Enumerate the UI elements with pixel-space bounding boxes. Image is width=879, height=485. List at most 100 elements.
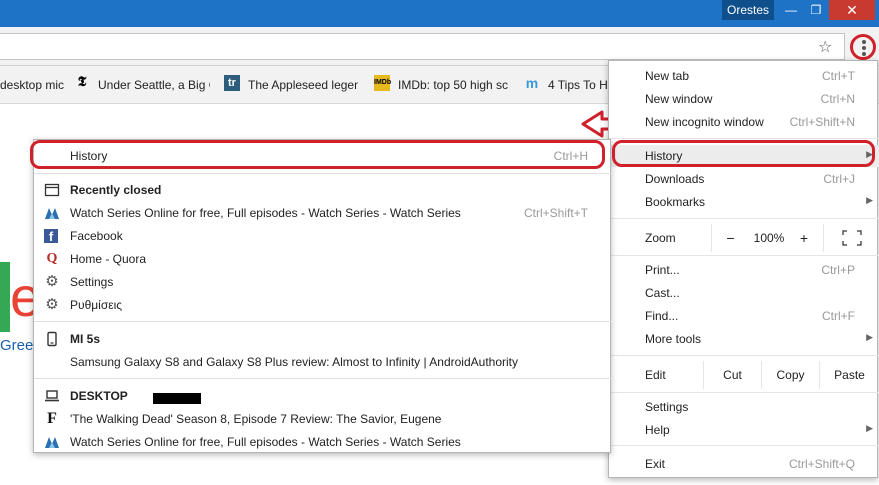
bookmark-item[interactable]: 4 Tips To H xyxy=(548,78,610,92)
browser-window: Orestes — ❐ ✕ ☆ desktop mic 𝕿 Under Seat… xyxy=(0,0,879,485)
series-icon xyxy=(45,437,59,448)
bookmark-item[interactable]: IMDb: top 50 high sc xyxy=(398,78,508,92)
menu-dot-icon xyxy=(862,46,866,50)
menu-exit[interactable]: Exit Ctrl+Shift+Q xyxy=(609,453,879,475)
zoom-out-button[interactable]: − xyxy=(711,224,749,252)
history-item[interactable]: ⚙ Ρυθμίσεις xyxy=(34,294,612,316)
menu-divider xyxy=(609,255,879,256)
zoom-label: Zoom xyxy=(645,231,676,245)
tr-icon: tr xyxy=(224,75,240,91)
history-item-label: Home - Quora xyxy=(70,252,147,266)
address-bar[interactable]: ☆ xyxy=(0,33,845,60)
menu-label: Print... xyxy=(645,263,680,277)
device-header: MI 5s xyxy=(34,328,612,350)
device-label: MI 5s xyxy=(70,332,101,346)
menu-divider xyxy=(609,218,879,219)
menu-label: Bookmarks xyxy=(645,195,706,209)
menu-edit-row: Edit Cut Copy Paste xyxy=(609,361,879,389)
imdb-icon: IMDb xyxy=(374,75,391,91)
gear-icon: ⚙ xyxy=(45,296,59,313)
menu-new-incognito[interactable]: New incognito window Ctrl+Shift+N xyxy=(609,111,879,133)
menu-bookmarks[interactable]: Bookmarks ▶ xyxy=(609,191,879,213)
edit-label: Edit xyxy=(645,368,666,382)
quora-icon: Q xyxy=(46,251,58,266)
history-item[interactable]: Watch Series Online for free, Full episo… xyxy=(34,202,612,224)
annotation-highlight xyxy=(612,140,875,167)
forbes-icon: F xyxy=(47,410,57,427)
bookmark-item[interactable]: desktop mic xyxy=(0,78,66,92)
menu-more-tools[interactable]: More tools ▶ xyxy=(609,328,879,350)
history-item[interactable]: f Facebook xyxy=(34,225,612,247)
history-item[interactable]: F 'The Walking Dead' Season 8, Episode 7… xyxy=(34,408,612,430)
menu-cast[interactable]: Cast... xyxy=(609,282,879,304)
cut-button[interactable]: Cut xyxy=(703,361,761,389)
history-item-label: Ρυθμίσεις xyxy=(70,298,123,312)
menu-divider xyxy=(609,138,879,139)
menu-label: New tab xyxy=(645,69,690,83)
history-item[interactable]: ⚙ Settings xyxy=(34,271,612,293)
chrome-menu-button[interactable] xyxy=(850,34,876,60)
menu-label: Help xyxy=(645,423,670,437)
bookmark-item[interactable]: The Appleseed legen xyxy=(248,78,358,92)
menu-new-tab[interactable]: New tab Ctrl+T xyxy=(609,65,879,87)
recently-closed-header: Recently closed xyxy=(34,179,612,201)
history-item-label: 'The Walking Dead' Season 8, Episode 7 R… xyxy=(70,412,442,426)
menu-label: Downloads xyxy=(645,172,705,186)
phone-icon xyxy=(47,331,57,347)
copy-button[interactable]: Copy xyxy=(761,361,819,389)
zoom-level: 100% xyxy=(753,231,785,245)
tab-window-icon xyxy=(44,183,60,197)
menu-label: Cast... xyxy=(645,286,680,300)
bookmark-item[interactable]: Under Seattle, a Big C xyxy=(98,78,210,92)
close-window-button[interactable]: ✕ xyxy=(829,0,875,20)
maximize-button[interactable]: ❐ xyxy=(805,0,827,20)
menu-divider xyxy=(34,173,612,174)
menu-label: Find... xyxy=(645,309,679,323)
menu-dot-icon xyxy=(862,52,866,56)
menu-label: New window xyxy=(645,92,713,106)
fullscreen-icon xyxy=(841,230,862,246)
history-item-label: Facebook xyxy=(70,229,123,243)
menu-settings[interactable]: Settings xyxy=(609,396,879,418)
menu-divider xyxy=(609,392,879,393)
history-item[interactable]: Q Home - Quora xyxy=(34,248,612,270)
history-shortcut: Ctrl+Shift+T xyxy=(523,206,588,220)
title-bar: Orestes — ❐ ✕ xyxy=(0,0,879,27)
minimize-button[interactable]: — xyxy=(780,0,802,20)
menu-label: More tools xyxy=(645,332,702,346)
menu-shortcut: Ctrl+N xyxy=(820,92,855,106)
menu-divider xyxy=(609,445,879,446)
menu-shortcut: Ctrl+Shift+Q xyxy=(788,457,855,471)
menu-shortcut: Ctrl+J xyxy=(823,172,855,186)
zoom-in-button[interactable]: + xyxy=(789,224,819,252)
menu-help[interactable]: Help ▶ xyxy=(609,419,879,441)
paste-button[interactable]: Paste xyxy=(819,361,879,389)
menu-find[interactable]: Find... Ctrl+F xyxy=(609,305,879,327)
nyt-icon: 𝕿 xyxy=(77,75,87,90)
history-item[interactable]: Samsung Galaxy S8 and Galaxy S8 Plus rev… xyxy=(34,351,612,373)
history-item-label: Watch Series Online for free, Full episo… xyxy=(70,206,461,220)
section-label: Recently closed xyxy=(70,183,162,197)
history-item-label: Samsung Galaxy S8 and Galaxy S8 Plus rev… xyxy=(70,355,519,369)
menu-label: Settings xyxy=(645,400,689,414)
page-link-fragment[interactable]: Gree xyxy=(0,337,33,354)
menu-new-window[interactable]: New window Ctrl+N xyxy=(609,88,879,110)
submenu-arrow-icon: ▶ xyxy=(866,332,873,342)
fullscreen-button[interactable] xyxy=(823,224,879,252)
history-item-label: Watch Series Online for free, Full episo… xyxy=(70,435,461,449)
menu-shortcut: Ctrl+T xyxy=(822,69,855,83)
history-item[interactable]: Watch Series Online for free, Full episo… xyxy=(34,431,612,453)
laptop-icon xyxy=(45,390,59,402)
menu-downloads[interactable]: Downloads Ctrl+J xyxy=(609,168,879,190)
redaction-bar xyxy=(153,393,201,404)
history-item-label: Settings xyxy=(70,275,114,289)
bookmark-star-icon[interactable]: ☆ xyxy=(818,37,832,57)
menu-shortcut: Ctrl+Shift+N xyxy=(789,115,855,129)
menu-dot-icon xyxy=(862,40,866,44)
series-icon xyxy=(45,208,59,219)
facebook-icon: f xyxy=(44,229,58,244)
menu-print[interactable]: Print... Ctrl+P xyxy=(609,259,879,281)
menu-divider xyxy=(609,355,879,356)
annotation-highlight xyxy=(30,140,605,169)
profile-button[interactable]: Orestes xyxy=(722,0,774,20)
